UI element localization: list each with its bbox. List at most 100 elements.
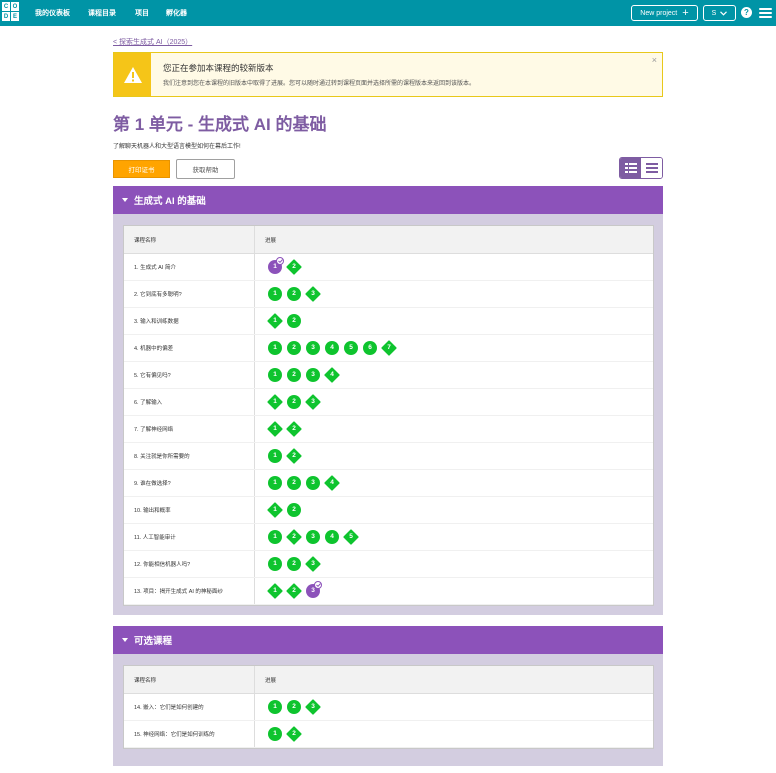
progress-bubble[interactable]: 1 [267, 529, 283, 545]
progress-bubble[interactable]: 2 [286, 286, 302, 302]
progress-bubble[interactable]: 2 [286, 367, 302, 383]
progress-bubble[interactable]: 2 [286, 699, 302, 715]
nav-catalog-link[interactable]: 课程目录 [88, 8, 116, 18]
lesson-name-link[interactable]: 3. 输入和训练数据 [124, 308, 255, 334]
help-icon[interactable]: ? [741, 7, 752, 18]
lesson-name-link[interactable]: 10. 输出和概率 [124, 497, 255, 523]
progress-bubble[interactable]: 2 [286, 448, 302, 464]
progress-cell: 12 [255, 416, 653, 442]
progress-cell: 1 2 3 [255, 551, 653, 577]
progress-bubble[interactable]: 3 [305, 529, 321, 545]
progress-bubble[interactable]: 5 [343, 529, 359, 545]
progress-bubble[interactable]: 2 [286, 583, 302, 599]
table-row: 9. 谁在做选择? 1 2 3 4 [124, 470, 653, 497]
lesson-progress-table: 课程名称 进展 14. 嵌入：它们是如何创建的 1 2 3 15. 神经网络：它们是如何… [123, 665, 654, 749]
progress-bubble[interactable]: 1 [267, 394, 283, 410]
progress-bubble[interactable]: 6 [362, 340, 378, 356]
progress-bubble[interactable]: 1 [267, 340, 283, 356]
lesson-progress-table: 课程名称 进展 1. 生成式 AI 简介 1 2 2. 它到底有多聪明? 1 2 3 3. 输… [123, 225, 654, 606]
progress-cell: 1 2 3 [255, 578, 653, 604]
progress-bubble[interactable]: 1 [267, 448, 283, 464]
progress-bubble[interactable]: 1 [267, 556, 283, 572]
lesson-name-link[interactable]: 8. 关注就是你所需要的 [124, 443, 255, 469]
progress-bubble[interactable]: 3 [305, 394, 321, 410]
new-project-button[interactable]: New project + [631, 5, 698, 21]
hamburger-menu-icon[interactable] [759, 8, 772, 18]
progress-bubble[interactable]: 3 [305, 340, 321, 356]
lesson-name-link[interactable]: 9. 谁在做选择? [124, 470, 255, 496]
progress-bubble[interactable]: 1 [267, 699, 283, 715]
progress-bubble[interactable]: 1 [267, 726, 283, 742]
progress-bubble[interactable]: 4 [324, 475, 340, 491]
progress-bubble[interactable]: 1 [267, 257, 284, 275]
table-row: 2. 它到底有多聪明? 1 2 3 [124, 281, 653, 308]
progress-bubble[interactable]: 2 [286, 556, 302, 572]
progress-bubble[interactable]: 3 [305, 286, 321, 302]
progress-bubble[interactable]: 1 [267, 421, 283, 437]
close-icon[interactable]: × [652, 55, 657, 65]
progress-bubble[interactable]: 2 [286, 726, 302, 742]
logo-letter: E [11, 12, 19, 21]
user-menu-button[interactable]: S [703, 5, 736, 21]
progress-bubble[interactable]: 1 [267, 475, 283, 491]
progress-bubble[interactable]: 7 [381, 340, 397, 356]
get-help-button[interactable]: 获取帮助 [176, 159, 235, 179]
new-project-label: New project [640, 9, 678, 17]
nav-dashboard-link[interactable]: 我的仪表板 [35, 8, 70, 18]
nav-incubator-link[interactable]: 孵化器 [166, 8, 187, 18]
lesson-name-link[interactable]: 11. 人工智能审计 [124, 524, 255, 550]
progress-bubble[interactable]: 1 [267, 583, 283, 599]
progress-bubble[interactable]: 5 [343, 340, 359, 356]
progress-bubble[interactable]: 2 [286, 502, 302, 518]
page-title: 第 1 单元 - 生成式 AI 的基础 [113, 115, 327, 134]
lesson-name-link[interactable]: 2. 它到底有多聪明? [124, 281, 255, 307]
print-certificate-button[interactable]: 打印证书 [113, 160, 170, 178]
progress-bubble[interactable]: 4 [324, 367, 340, 383]
lesson-name-link[interactable]: 4. 机器中的偏差 [124, 335, 255, 361]
detail-view-button[interactable] [620, 158, 641, 178]
progress-bubble[interactable]: 2 [286, 394, 302, 410]
level-number: 1 [273, 316, 277, 324]
code-org-logo[interactable]: C O D E [2, 2, 20, 23]
column-header-lesson: 课程名称 [124, 226, 255, 253]
progress-bubble[interactable]: 1 [267, 502, 283, 518]
level-number: 2 [292, 505, 296, 513]
progress-bubble[interactable]: 4 [324, 529, 340, 545]
progress-cell: 12 [255, 497, 653, 523]
level-number: 1 [273, 424, 277, 432]
progress-bubble[interactable]: 3 [305, 699, 321, 715]
progress-bubble[interactable]: 2 [286, 340, 302, 356]
level-number: 1 [273, 370, 277, 378]
lesson-group-header[interactable]: 生成式 AI 的基础 [113, 186, 663, 214]
progress-bubble[interactable]: 2 [286, 313, 302, 329]
progress-bubble[interactable]: 2 [286, 475, 302, 491]
progress-cell: 1 2 3 [255, 694, 653, 720]
progress-bubble[interactable]: 3 [305, 556, 321, 572]
progress-bubble[interactable]: 4 [324, 340, 340, 356]
level-number: 4 [330, 532, 334, 540]
lesson-group-header[interactable]: 可选课程 [113, 626, 663, 654]
lesson-name-link[interactable]: 15. 神经网络：它们是如何训练的 [124, 721, 255, 747]
notice-body: 我们注意到您在本课程的旧版本中取得了进展。您可以随时通过转到课程页面并选择所需的… [163, 81, 476, 87]
lesson-name-link[interactable]: 7. 了解神经网络 [124, 416, 255, 442]
lesson-name-link[interactable]: 1. 生成式 AI 简介 [124, 254, 255, 280]
progress-bubble[interactable]: 2 [286, 529, 302, 545]
lesson-name-link[interactable]: 5. 它有偏见吗? [124, 362, 255, 388]
progress-bubble[interactable]: 1 [267, 286, 283, 302]
level-number: 2 [292, 729, 296, 737]
progress-bubble[interactable]: 3 [305, 367, 321, 383]
nav-projects-link[interactable]: 项目 [135, 8, 149, 18]
progress-bubble[interactable]: 1 [267, 367, 283, 383]
lesson-name-link[interactable]: 12. 你能相信机器人吗? [124, 551, 255, 577]
progress-bubble[interactable]: 3 [305, 475, 321, 491]
level-number: 2 [292, 532, 296, 540]
progress-bubble[interactable]: 3 [305, 581, 322, 599]
lesson-name-link[interactable]: 6. 了解输入 [124, 389, 255, 415]
progress-bubble[interactable]: 2 [286, 259, 302, 275]
lesson-name-link[interactable]: 14. 嵌入：它们是如何创建的 [124, 694, 255, 720]
progress-bubble[interactable]: 2 [286, 421, 302, 437]
progress-bubble[interactable]: 1 [267, 313, 283, 329]
summary-view-button[interactable] [641, 158, 662, 178]
back-to-course-link[interactable]: < 探索生成式 AI（2025） [113, 37, 192, 47]
lesson-name-link[interactable]: 13. 项目：揭开生成式 AI 的神秘面纱 [124, 578, 255, 604]
